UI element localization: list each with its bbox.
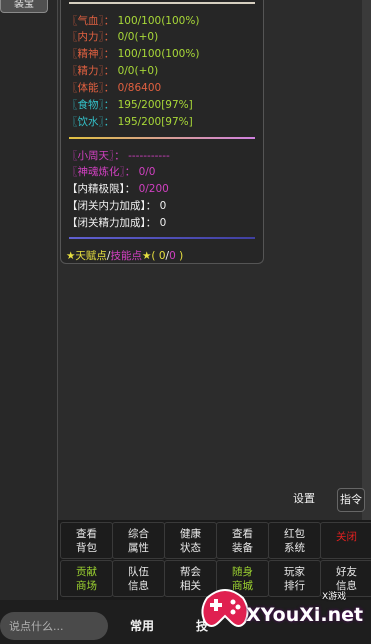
grid-btn-bag[interactable]: 查看 背包 [60,522,113,559]
grid-btn-team[interactable]: 队伍 信息 [112,560,165,597]
stat-neili: 〖内力〗： 0/0(+0) [67,31,159,43]
stat-jingshen: 〖精神〗： 100/100(100%) [67,48,200,60]
stat-tineng: 〖体能〗： 0/86400 [67,82,162,94]
stat-biguan-neili: 【闭关内力加成】： 0 [67,200,167,212]
grid-btn-redpacket[interactable]: 红包 系统 [268,522,321,559]
talent-skill-points[interactable]: ★天赋点/技能点★( 0/0 ) [66,248,183,263]
star-icon: ★ [66,250,76,262]
common-phrases-button[interactable]: 常用 [130,617,154,634]
message-area [57,264,362,519]
grid-btn-close[interactable]: 关闭 [320,522,371,559]
stat-jingli: 〖精力〗： 0/0(+0) [67,65,159,77]
left-column: 装宝 [0,0,58,600]
watermark-subtitle: X游戏 [322,592,347,602]
stat-qixue: 〖气血〗： 100/100(100%) [67,15,200,27]
watermark-text: XYouXi.net [246,604,364,626]
stat-shenhun: 〖神魂炼化〗： 0/0 [67,166,156,178]
stat-shiwu: 〖食物〗： 195/200[97%] [67,99,193,111]
gamepad-logo-icon [201,589,249,627]
divider-bottom [69,237,255,239]
left-tab[interactable]: 装宝 [0,0,48,13]
command-button[interactable]: 指令 [337,488,365,512]
grid-btn-ranking[interactable]: 玩家 排行 [268,560,321,597]
grid-btn-attributes[interactable]: 综合 属性 [112,522,165,559]
grid-btn-health[interactable]: 健康 状态 [164,522,217,559]
star-icon: ★ [141,250,152,262]
grid-btn-equipment[interactable]: 查看 装备 [216,522,269,559]
stat-xiaozhou: 〖小周天〗： ----------- [67,150,170,162]
chat-input[interactable] [0,612,108,640]
stats-panel: 〖气血〗： 100/100(100%) 〖内力〗： 0/0(+0) 〖精神〗： … [60,0,264,264]
grid-btn-contribution-shop[interactable]: 贡献 商场 [60,560,113,597]
scrollbar-track[interactable] [362,0,371,520]
stat-yinshui: 〖饮水〗： 195/200[97%] [67,116,193,128]
divider-top [69,2,255,4]
stat-neijing: 【内精极限】： 0/200 [67,183,169,195]
settings-button[interactable]: 设置 [290,488,318,510]
divider-middle [69,137,255,139]
stat-biguan-jingli: 【闭关精力加成】： 0 [67,217,167,229]
